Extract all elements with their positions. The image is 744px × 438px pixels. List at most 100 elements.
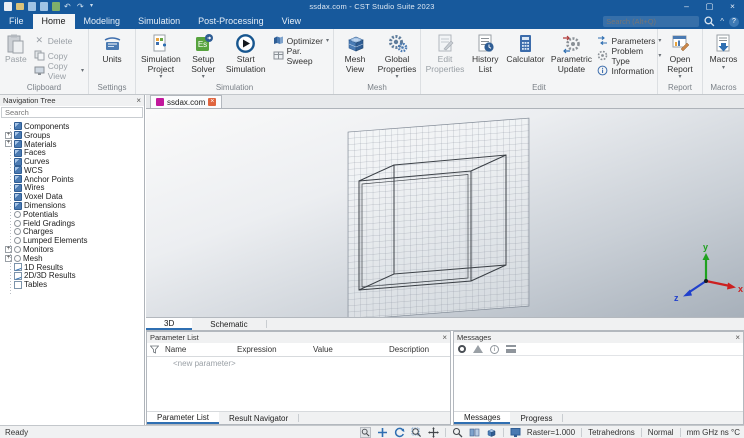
minimize-button[interactable]: – xyxy=(675,0,698,13)
maximize-button[interactable]: ▢ xyxy=(698,0,721,13)
tree-item-components[interactable]: Components xyxy=(0,122,144,131)
tree-search-input[interactable] xyxy=(1,107,143,118)
delete-button[interactable]: ✕ Delete xyxy=(31,33,87,48)
zoom-window-icon[interactable] xyxy=(411,427,422,438)
message-list-icon[interactable] xyxy=(506,345,516,353)
customize-toolbar-icon[interactable]: ▾ xyxy=(90,2,99,11)
parameter-bottom-tabs: Parameter List Result Navigator xyxy=(147,411,450,424)
tree-item-anchor-points[interactable]: Anchor Points xyxy=(0,175,144,184)
search-icon[interactable] xyxy=(704,16,715,27)
save-icon[interactable] xyxy=(28,2,36,11)
tab-schematic[interactable]: Schematic xyxy=(192,318,265,330)
collapse-ribbon-icon[interactable]: ^ xyxy=(720,17,724,27)
save-all-icon[interactable] xyxy=(40,2,48,11)
simulation-project-button[interactable]: Simulation Project ▾ xyxy=(137,31,185,82)
par-sweep-button[interactable]: Par. Sweep xyxy=(270,46,332,66)
information-button[interactable]: Information xyxy=(594,63,664,78)
tab-modeling[interactable]: Modeling xyxy=(75,14,130,29)
status-mesh-type[interactable]: Tetrahedrons xyxy=(588,428,635,437)
parametric-update-button[interactable]: Parametric Update xyxy=(548,31,594,76)
raster-icon[interactable] xyxy=(510,427,521,438)
macros-button[interactable]: Macros ▾ xyxy=(706,31,742,73)
search-input[interactable] xyxy=(606,17,697,26)
tree-item-field-gradings[interactable]: Field Gradings xyxy=(0,219,144,228)
navigation-tree-close-icon[interactable]: × xyxy=(136,96,141,106)
messages-body[interactable] xyxy=(454,356,743,411)
open-report-button[interactable]: Open Report ▾ xyxy=(659,31,701,82)
tree-item-wcs[interactable]: WCS xyxy=(0,166,144,175)
filter-icon[interactable] xyxy=(150,345,159,354)
tree-item-tables[interactable]: Tables xyxy=(0,280,144,289)
paste-button[interactable]: Paste xyxy=(1,31,31,67)
mesh-view-button[interactable]: Mesh View xyxy=(335,31,375,76)
tree-item-1d-results[interactable]: 1D Results xyxy=(0,263,144,272)
tab-simulation[interactable]: Simulation xyxy=(129,14,189,29)
bounding-box-icon[interactable] xyxy=(486,427,497,438)
document-tab-close-icon[interactable]: × xyxy=(208,98,217,106)
dynamic-zoom-icon[interactable] xyxy=(427,426,439,438)
zoom-in-icon[interactable] xyxy=(452,427,463,438)
tree-item-lumped-elements[interactable]: Lumped Elements xyxy=(0,236,144,245)
global-properties-button[interactable]: Global Properties ▾ xyxy=(375,31,419,82)
tree-item-mesh[interactable]: + Mesh xyxy=(0,254,144,263)
column-description[interactable]: Description xyxy=(387,345,450,354)
open-file-icon[interactable] xyxy=(16,3,24,10)
start-simulation-button[interactable]: Start Simulation xyxy=(222,31,270,76)
new-parameter-row[interactable]: <new parameter> xyxy=(147,357,450,368)
calculator-button[interactable]: Calculator xyxy=(502,31,548,67)
document-tab[interactable]: ssdax.com × xyxy=(150,95,223,108)
search-box[interactable] xyxy=(603,16,700,27)
viewport-3d[interactable]: y x z xyxy=(146,109,744,317)
parameter-table-body[interactable] xyxy=(147,368,450,411)
status-view-mode[interactable]: Normal xyxy=(648,428,674,437)
column-name[interactable]: Name xyxy=(163,345,235,354)
tree-item-groups[interactable]: + Groups xyxy=(0,131,144,140)
setup-solver-button[interactable]: Es Setup Solver ▾ xyxy=(185,31,222,82)
tab-home[interactable]: Home xyxy=(32,14,75,29)
copy-view-button[interactable]: Copy View ▾ xyxy=(31,61,87,81)
zoom-select-icon[interactable] xyxy=(359,426,371,438)
column-value[interactable]: Value xyxy=(311,345,387,354)
tab-messages[interactable]: Messages xyxy=(454,412,511,424)
help-icon[interactable]: ? xyxy=(729,16,739,27)
close-button[interactable]: × xyxy=(721,0,744,13)
export-icon[interactable] xyxy=(52,2,60,11)
errors-filter-icon[interactable] xyxy=(458,345,466,353)
tab-progress[interactable]: Progress xyxy=(510,412,562,424)
tab-view[interactable]: View xyxy=(273,14,310,29)
status-raster[interactable]: Raster=1.000 xyxy=(527,428,575,437)
settings-group-label: Settings xyxy=(97,83,127,92)
rotate-icon[interactable] xyxy=(394,427,405,438)
global-properties-caret-icon: ▾ xyxy=(395,74,399,81)
info-filter-icon[interactable]: i xyxy=(490,344,499,354)
edit-properties-button[interactable]: Edit Properties xyxy=(422,31,468,76)
tree-item-wires[interactable]: Wires xyxy=(0,183,144,192)
tab-file[interactable]: File xyxy=(0,14,33,29)
units-button[interactable]: Units xyxy=(98,31,127,67)
history-list-button[interactable]: History List xyxy=(468,31,502,76)
tree-item-faces[interactable]: Faces xyxy=(0,148,144,157)
problem-type-button[interactable]: Problem Type ▾ xyxy=(594,46,664,66)
redo-icon[interactable]: ↷ xyxy=(77,2,86,11)
tab-result-navigator[interactable]: Result Navigator xyxy=(219,412,298,424)
undo-icon[interactable]: ↶ xyxy=(64,2,73,11)
parameter-list-close-icon[interactable]: × xyxy=(442,333,447,343)
split-view-icon[interactable] xyxy=(469,427,480,438)
tree-item-curves[interactable]: Curves xyxy=(0,157,144,166)
tree-item-materials[interactable]: + Materials xyxy=(0,140,144,149)
tree-item-monitors[interactable]: + Monitors xyxy=(0,245,144,254)
messages-close-icon[interactable]: × xyxy=(735,333,740,343)
column-expression[interactable]: Expression xyxy=(235,345,311,354)
status-units[interactable]: mm GHz ns °C xyxy=(687,428,740,437)
pan-icon[interactable] xyxy=(377,427,388,438)
tree-item-charges[interactable]: Charges xyxy=(0,227,144,236)
tab-parameter-list[interactable]: Parameter List xyxy=(147,412,220,424)
tab-3d[interactable]: 3D xyxy=(146,318,193,330)
tree-item-potentials[interactable]: Potentials xyxy=(0,210,144,219)
warnings-filter-icon[interactable] xyxy=(473,345,483,353)
new-file-icon[interactable] xyxy=(4,2,12,11)
tree-item-dimensions[interactable]: Dimensions xyxy=(0,201,144,210)
tree-item-voxel-data[interactable]: Voxel Data xyxy=(0,192,144,201)
tab-post-processing[interactable]: Post-Processing xyxy=(189,14,273,29)
tree-item-2d3d-results[interactable]: 2D/3D Results xyxy=(0,271,144,280)
